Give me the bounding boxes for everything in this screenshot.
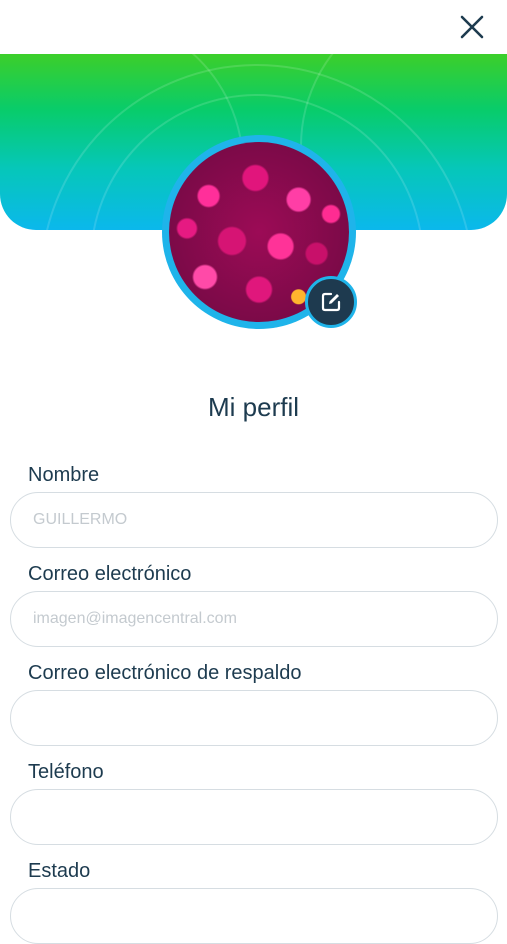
correo-respaldo-input[interactable] (10, 690, 498, 746)
close-icon (460, 15, 484, 39)
nombre-label: Nombre (28, 464, 100, 486)
correo-label: Correo electrónico (28, 563, 192, 585)
correo-input[interactable] (10, 591, 498, 647)
nombre-input[interactable] (10, 492, 498, 548)
correo-respaldo-label: Correo electrónico de respaldo (28, 662, 302, 684)
telefono-input[interactable] (10, 789, 498, 845)
close-button[interactable] (459, 14, 485, 40)
telefono-label: Teléfono (28, 761, 104, 783)
page-title: Mi perfil (207, 392, 299, 422)
edit-icon (321, 292, 341, 312)
top-bar (0, 0, 507, 54)
estado-input[interactable] (10, 888, 498, 944)
edit-avatar-button[interactable] (305, 276, 357, 328)
estado-label: Estado (28, 860, 91, 882)
